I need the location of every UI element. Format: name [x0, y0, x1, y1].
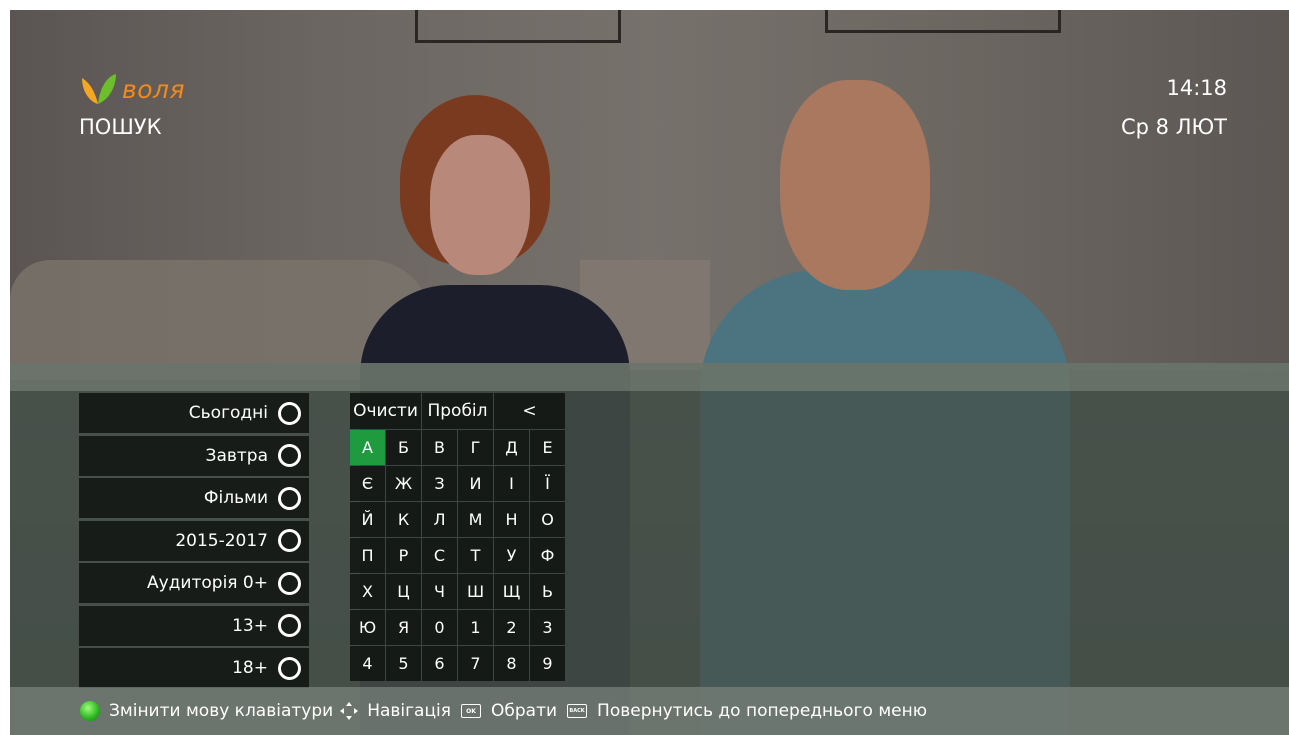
- green-button-icon: [80, 701, 100, 721]
- filter-today[interactable]: Сьогодні: [79, 393, 309, 433]
- keyboard-key[interactable]: Д: [494, 430, 529, 465]
- filter-label: 18+: [232, 658, 268, 678]
- keyboard-key[interactable]: Р: [386, 538, 421, 573]
- hint-bar: Змінити мову клавіатури Навігація OK Обр…: [10, 687, 1289, 735]
- keyboard-key[interactable]: Ф: [530, 538, 565, 573]
- keyboard-key[interactable]: З: [422, 466, 457, 501]
- brand-logo: воля: [78, 68, 185, 110]
- filter-label: Завтра: [205, 445, 268, 466]
- keyboard-key[interactable]: К: [386, 502, 421, 537]
- wall-picture-frame: [825, 10, 1061, 33]
- keyboard-key[interactable]: Г: [458, 430, 493, 465]
- hint-select: Обрати: [491, 701, 558, 721]
- filter-audience-13[interactable]: 13+: [79, 605, 309, 646]
- hint-change-language: Змінити мову клавіатури: [109, 701, 334, 721]
- keyboard-key[interactable]: Е: [530, 430, 565, 465]
- navigation-arrows-icon: [340, 702, 359, 720]
- keyboard-key[interactable]: Л: [422, 502, 457, 537]
- radio-icon[interactable]: [278, 571, 301, 595]
- on-screen-keyboard: Очисти Пробіл < АБВГДЕ ЄЖЗИІЇ ЙКЛМНО ПРСТУФ…: [350, 393, 566, 681]
- keyboard-function-row: Очисти Пробіл <: [350, 393, 566, 429]
- date: Ср 8 ЛЮТ: [1121, 115, 1227, 139]
- keyboard-key[interactable]: П: [350, 538, 385, 573]
- keyboard-key[interactable]: 7: [458, 646, 493, 681]
- backspace-key[interactable]: <: [494, 393, 565, 429]
- logo-leaf-icon: [82, 74, 116, 104]
- filter-list: Сьогодні Завтра Фільми 2015-2017 Аудитор…: [79, 393, 309, 691]
- radio-icon[interactable]: [278, 486, 301, 510]
- filter-label: Аудиторія 0+: [146, 573, 268, 593]
- keyboard-key[interactable]: 8: [494, 646, 529, 681]
- keyboard-key[interactable]: І: [494, 466, 529, 501]
- keyboard-keys: АБВГДЕ ЄЖЗИІЇ ЙКЛМНО ПРСТУФ ХЦЧШЩЬ ЮЯ0123 4567…: [350, 430, 566, 681]
- keyboard-key[interactable]: А: [350, 430, 385, 465]
- keyboard-key[interactable]: Я: [386, 610, 421, 645]
- filter-tomorrow[interactable]: Завтра: [79, 435, 309, 476]
- keyboard-key[interactable]: Х: [350, 574, 385, 609]
- keyboard-key[interactable]: И: [458, 466, 493, 501]
- ok-button-icon: OK: [461, 704, 482, 718]
- hint-navigation: Навігація: [367, 701, 452, 721]
- filter-audience-18[interactable]: 18+: [79, 648, 309, 688]
- keyboard-key[interactable]: Щ: [494, 574, 529, 609]
- filter-audience-0[interactable]: Аудиторія 0+: [79, 563, 309, 603]
- space-key[interactable]: Пробіл: [422, 393, 493, 429]
- clock: 14:18: [1166, 76, 1227, 100]
- back-button-icon: BACK: [567, 704, 588, 718]
- keyboard-key[interactable]: М: [458, 502, 493, 537]
- radio-icon[interactable]: [278, 529, 301, 552]
- keyboard-key[interactable]: 5: [386, 646, 421, 681]
- filter-label: 13+: [232, 615, 268, 636]
- keyboard-key[interactable]: В: [422, 430, 457, 465]
- wall-picture-frame: [415, 10, 621, 43]
- radio-icon[interactable]: [278, 401, 301, 425]
- filter-movies[interactable]: Фільми: [79, 478, 309, 518]
- menu-overlay-band: [10, 363, 1289, 391]
- keyboard-key[interactable]: Ж: [386, 466, 421, 501]
- keyboard-key[interactable]: Й: [350, 502, 385, 537]
- keyboard-key[interactable]: Н: [494, 502, 529, 537]
- keyboard-key[interactable]: 9: [530, 646, 565, 681]
- keyboard-key[interactable]: Ї: [530, 466, 565, 501]
- keyboard-key[interactable]: Ш: [458, 574, 493, 609]
- radio-icon[interactable]: [278, 614, 301, 637]
- keyboard-key[interactable]: Б: [386, 430, 421, 465]
- keyboard-key[interactable]: Ю: [350, 610, 385, 645]
- keyboard-key[interactable]: Ц: [386, 574, 421, 609]
- radio-icon[interactable]: [278, 444, 301, 467]
- filter-label: 2015-2017: [175, 530, 268, 551]
- keyboard-key[interactable]: Т: [458, 538, 493, 573]
- filter-label: Фільми: [203, 488, 268, 508]
- keyboard-key[interactable]: 4: [350, 646, 385, 681]
- keyboard-key[interactable]: 2: [494, 610, 529, 645]
- keyboard-key[interactable]: Ч: [422, 574, 457, 609]
- filter-label: Сьогодні: [188, 403, 268, 423]
- keyboard-key[interactable]: Є: [350, 466, 385, 501]
- keyboard-key[interactable]: 1: [458, 610, 493, 645]
- keyboard-key[interactable]: 6: [422, 646, 457, 681]
- keyboard-key[interactable]: 0: [422, 610, 457, 645]
- keyboard-key[interactable]: О: [530, 502, 565, 537]
- keyboard-key[interactable]: У: [494, 538, 529, 573]
- keyboard-key[interactable]: 3: [530, 610, 565, 645]
- keyboard-key[interactable]: Ь: [530, 574, 565, 609]
- radio-icon[interactable]: [278, 656, 301, 680]
- clear-key[interactable]: Очисти: [350, 393, 421, 429]
- keyboard-key[interactable]: С: [422, 538, 457, 573]
- page-title: ПОШУК: [79, 115, 162, 139]
- tv-screen: воля ПОШУК 14:18 Ср 8 ЛЮТ Сьогодні Завтр…: [10, 10, 1289, 735]
- filter-years[interactable]: 2015-2017: [79, 520, 309, 561]
- hint-back: Повернутись до попереднього меню: [597, 701, 928, 721]
- logo-text: воля: [122, 74, 186, 104]
